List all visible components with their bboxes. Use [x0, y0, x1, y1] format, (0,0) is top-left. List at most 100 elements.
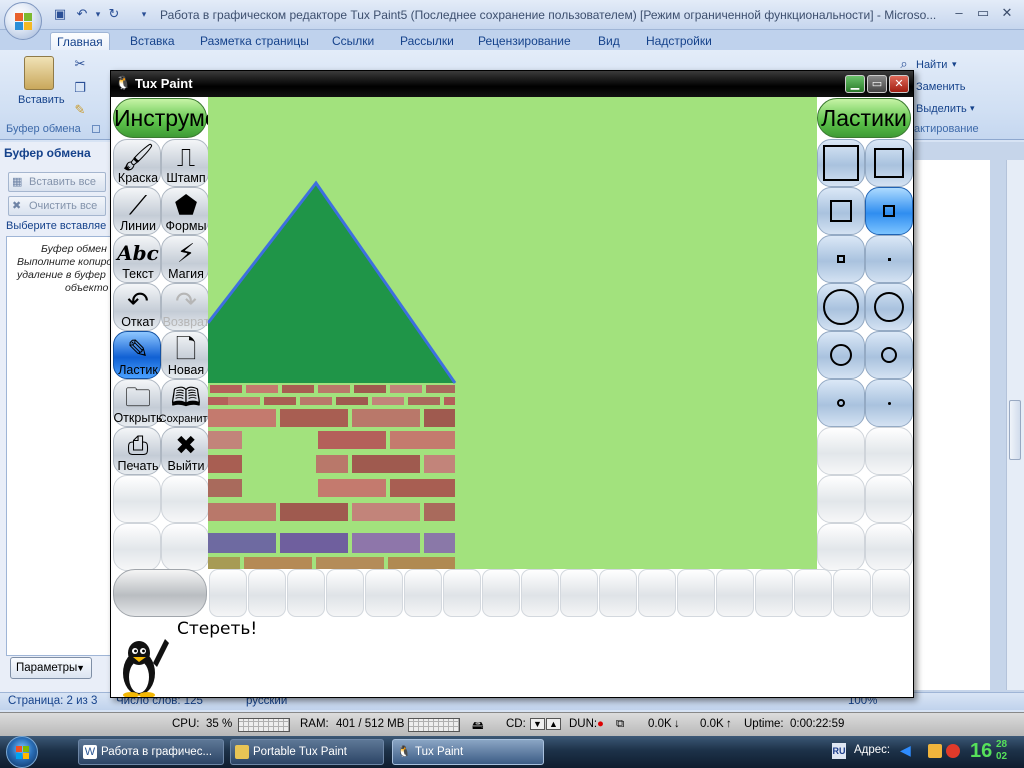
paste-all-button[interactable]: ▦ Вставить все [8, 172, 106, 192]
clock-minutes[interactable]: 28 [996, 739, 1007, 750]
tray-icon-network[interactable] [928, 744, 942, 758]
page-counter[interactable]: Страница: 2 из 3 [8, 695, 97, 707]
tray-icon-antivirus[interactable] [946, 744, 960, 758]
taskbar-button-word[interactable]: W Работа в графичес... [78, 739, 224, 765]
color-swatch[interactable] [209, 569, 247, 617]
tab-addins[interactable]: Надстройки [640, 32, 718, 50]
tool-text[interactable]: Abc Текст [113, 235, 161, 283]
color-swatch[interactable] [404, 569, 442, 617]
select-dropdown-icon[interactable]: ▾ [970, 103, 975, 114]
color-swatch[interactable] [599, 569, 637, 617]
ram-graph [408, 718, 460, 732]
eraser-circle[interactable] [817, 283, 865, 331]
close-button[interactable]: ✕ [996, 4, 1018, 22]
tuxpaint-close-button[interactable]: ✕ [889, 75, 909, 93]
color-swatch[interactable] [443, 569, 481, 617]
tool-undo[interactable]: ↶ Откат [113, 283, 161, 331]
tab-mailings[interactable]: Рассылки [394, 32, 460, 50]
magic-wand-icon: ⚡ [176, 238, 196, 268]
tool-magic-wand[interactable]: ⚡ Магия [161, 235, 209, 283]
cd-close-button[interactable]: ▲ [546, 718, 561, 730]
eraser-circle[interactable] [865, 331, 913, 379]
taskbar-button-tuxpaint[interactable]: 🐧 Tux Paint [392, 739, 544, 765]
scrollbar-thumb[interactable] [1009, 400, 1021, 460]
tuxpaint-minimize-button[interactable]: ▁ [845, 75, 865, 93]
color-swatch[interactable] [872, 569, 910, 617]
eraser-square[interactable] [865, 187, 913, 235]
color-swatch[interactable] [638, 569, 676, 617]
clock-date[interactable]: 02 [996, 751, 1007, 762]
eraser-circle[interactable] [865, 379, 913, 427]
color-swatch[interactable] [365, 569, 403, 617]
color-swatch[interactable] [677, 569, 715, 617]
redo-icon[interactable]: ↻ [106, 6, 122, 22]
tool-lines[interactable]: ⟋ Линии [113, 187, 161, 235]
tab-references[interactable]: Ссылки [326, 32, 380, 50]
color-swatch[interactable] [755, 569, 793, 617]
eraser-circle[interactable] [865, 283, 913, 331]
tab-review[interactable]: Рецензирование [472, 32, 577, 50]
find-button[interactable]: Найти [916, 59, 947, 71]
tab-page-layout[interactable]: Разметка страницы [194, 32, 315, 50]
undo-icon[interactable]: ↶ [74, 6, 90, 22]
color-swatch[interactable] [716, 569, 754, 617]
tool-quit[interactable]: ✖ Выйти [161, 427, 209, 475]
replace-button[interactable]: Заменить [916, 81, 965, 93]
color-swatch[interactable] [833, 569, 871, 617]
dialog-launcher-icon[interactable] [92, 125, 100, 133]
tool-shapes[interactable]: ⬟ Формы [161, 187, 209, 235]
paste-button[interactable]: Вставить [18, 94, 65, 106]
clipboard-list[interactable]: Буфер обмен Выполните копиро удаление в … [6, 236, 112, 656]
customize-toolbar-icon[interactable]: ▾ [136, 6, 152, 22]
tab-view[interactable]: Вид [592, 32, 626, 50]
clear-all-button[interactable]: ✖ Очистить все [8, 196, 106, 216]
tool-save[interactable]: 🕮 Сохранить [159, 379, 213, 427]
cd-eject-button[interactable]: ▼ [530, 718, 545, 730]
language-icon[interactable]: RU [832, 743, 846, 759]
clock-hour[interactable]: 16 [970, 740, 992, 763]
color-swatch[interactable] [326, 569, 364, 617]
tab-insert[interactable]: Вставка [124, 32, 181, 50]
find-dropdown-icon[interactable]: ▾ [952, 59, 957, 70]
eraser-square[interactable] [817, 187, 865, 235]
options-button[interactable]: Параметры ▼ [10, 657, 92, 679]
tab-home[interactable]: Главная [50, 32, 110, 50]
color-swatch[interactable] [521, 569, 559, 617]
color-swatch[interactable] [560, 569, 598, 617]
eraser-circle[interactable] [817, 379, 865, 427]
tool-paintbrush[interactable]: 🖌 Краска [113, 139, 161, 187]
tool-open[interactable]: 🗀 Открыть [113, 379, 163, 427]
paste-icon[interactable] [24, 56, 54, 90]
format-painter-icon[interactable]: ✎ [72, 102, 88, 118]
eraser-square[interactable] [817, 235, 865, 283]
color-swatch[interactable] [248, 569, 286, 617]
address-go-icon[interactable]: ◀ [900, 742, 911, 759]
word-document-page[interactable] [912, 160, 990, 690]
eraser-square[interactable] [817, 139, 865, 187]
tool-new-page[interactable]: 🗋 Новая [161, 331, 209, 379]
tool-eraser[interactable]: ✎ Ластик [113, 331, 161, 379]
tool-stamp[interactable]: ⎍ Штамп [161, 139, 209, 187]
drawing-canvas[interactable] [208, 97, 817, 569]
eraser-square[interactable] [865, 235, 913, 283]
office-button[interactable] [4, 2, 42, 40]
copy-icon[interactable]: ❐ [72, 80, 88, 96]
tool-printer[interactable]: ⎙ Печать [113, 427, 161, 475]
start-button[interactable] [6, 736, 38, 768]
save-icon[interactable]: ▣ [52, 6, 68, 22]
tuxpaint-maximize-button[interactable]: ▭ [867, 75, 887, 93]
tuxpaint-title-bar[interactable]: 🐧 Tux Paint ▁ ▭ ✕ [111, 71, 913, 97]
taskbar-button-portable-tuxpaint[interactable]: Portable Tux Paint [230, 739, 384, 765]
color-swatch[interactable] [482, 569, 520, 617]
eraser-circle[interactable] [817, 331, 865, 379]
cut-icon[interactable]: ✂ [72, 56, 88, 72]
color-swatch[interactable] [287, 569, 325, 617]
eraser-square[interactable] [865, 139, 913, 187]
select-button[interactable]: Выделить [916, 103, 967, 115]
maximize-button[interactable]: ▭ [972, 4, 994, 22]
undo-dropdown-icon[interactable]: ▾ [90, 6, 106, 22]
square-brush-icon [883, 205, 895, 217]
vertical-scrollbar[interactable] [1006, 160, 1024, 690]
minimize-button[interactable]: – [948, 4, 970, 22]
color-swatch[interactable] [794, 569, 832, 617]
